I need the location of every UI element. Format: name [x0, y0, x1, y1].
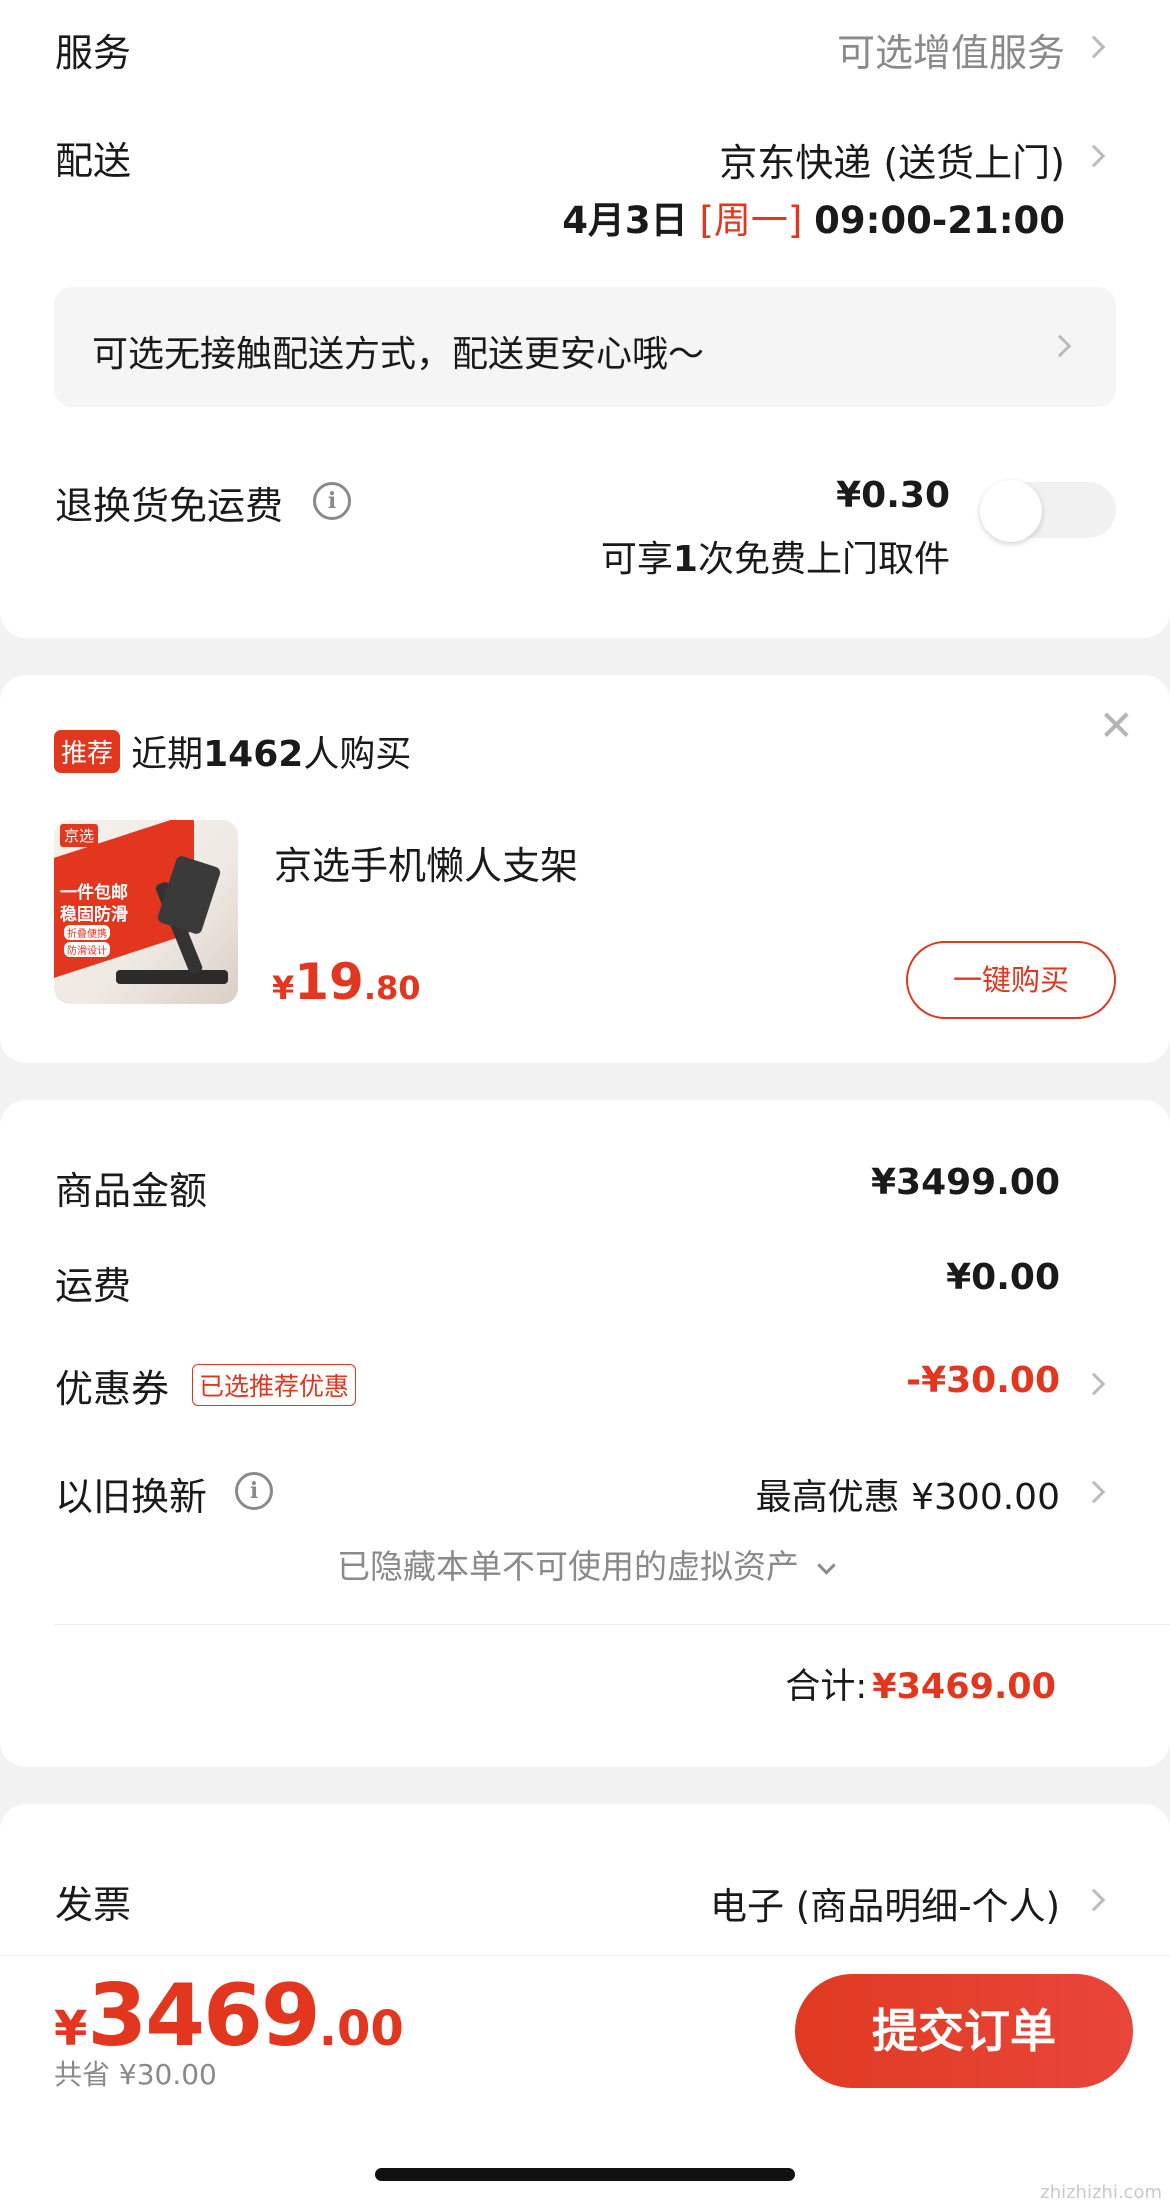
invoice-card: 发票 电子 (商品明细-个人): [0, 1804, 1170, 1964]
home-indicator: [375, 2168, 795, 2181]
hidden-assets-text: 已隐藏本单不可使用的虚拟资产: [336, 1547, 799, 1586]
hidden-assets-toggle[interactable]: 已隐藏本单不可使用的虚拟资产: [0, 1540, 1170, 1600]
saved-amount: 共省 ¥30.00: [54, 2058, 217, 2091]
price-int: 19: [294, 953, 364, 1011]
toggle-knob: [980, 480, 1042, 542]
submit-order-button[interactable]: 提交订单: [795, 1974, 1133, 2088]
recommend-header: 推荐 近期1462人购买: [54, 725, 411, 775]
buy-label: 一键购买: [952, 963, 1069, 997]
delivery-time: 09:00-21:00: [814, 199, 1065, 242]
note-suffix: 次免费上门取件: [697, 539, 950, 580]
recommend-card: 推荐 近期1462人购买 ✕ 京选 一件包邮 稳固防滑 折叠便携 防滑设计 京选…: [0, 675, 1170, 1063]
bottom-bar: ¥3469.00 共省 ¥30.00 提交订单 zhizhizhi.com: [0, 1955, 1170, 2205]
chevron-right-icon: [1082, 35, 1106, 59]
image-line2: 稳固防滑: [60, 905, 128, 925]
delivery-schedule: 4月3日 [周一] 09:00-21:00: [562, 190, 1065, 244]
coupon-row[interactable]: 优惠券 已选推荐优惠 -¥30.00: [0, 1336, 1170, 1426]
delivery-method: 京东快递 (送货上门): [719, 141, 1065, 185]
total-label: 合计:: [785, 1667, 868, 1707]
image-tag2: 防滑设计: [64, 942, 110, 957]
note-count: 1: [672, 539, 698, 580]
bottom-total: ¥3469.00: [54, 1966, 404, 2066]
service-row[interactable]: 服务 可选增值服务: [0, 0, 1170, 100]
chevron-right-icon: [1082, 1480, 1106, 1504]
delivery-date: 4月3日: [562, 199, 688, 242]
delivery-row[interactable]: 配送 京东快递 (送货上门) 4月3日 [周一] 09:00-21:00: [0, 108, 1170, 248]
invoice-value: 电子 (商品明细-个人): [710, 1885, 1060, 1928]
goods-label: 商品金额: [55, 1169, 208, 1213]
tradein-row[interactable]: 以旧换新 i 最高优惠 ¥300.00: [0, 1446, 1170, 1536]
recommend-headline: 近期1462人购买: [131, 734, 411, 775]
service-label: 服务: [55, 31, 132, 75]
invoice-label: 发票: [55, 1883, 132, 1927]
stand-base: [116, 970, 228, 984]
one-click-buy-button[interactable]: 一键购买: [906, 941, 1116, 1019]
headline-suffix: 人购买: [303, 734, 412, 775]
total-row: 合计: ¥3469.00: [785, 1658, 1056, 1709]
divider: [54, 1624, 1170, 1625]
chevron-right-icon: [1082, 1888, 1106, 1912]
close-icon[interactable]: ✕: [1099, 705, 1134, 747]
bottom-price-dec: .00: [318, 2001, 404, 2057]
delivery-label: 配送: [55, 139, 132, 183]
return-shipping-price: ¥0.30: [836, 475, 950, 516]
delivery-card: 服务 可选增值服务 配送 京东快递 (送货上门) 4月3日 [周一] 09:00…: [0, 0, 1170, 638]
note-prefix: 可享: [600, 539, 673, 580]
return-shipping-note: 可享1次免费上门取件: [601, 530, 950, 582]
chevron-right-icon: [1082, 1372, 1106, 1396]
bottom-price-symbol: ¥: [54, 2001, 88, 2057]
headline-prefix: 近期: [131, 734, 204, 775]
image-brand: 京选: [60, 824, 99, 847]
product-name[interactable]: 京选手机懒人支架: [274, 835, 578, 890]
product-image[interactable]: 京选 一件包邮 稳固防滑 折叠便携 防滑设计: [54, 820, 238, 1004]
contactless-tip: 可选无接触配送方式，配送更安心哦～: [92, 334, 705, 375]
tradein-label: 以旧换新: [55, 1475, 208, 1519]
price-symbol: ¥: [272, 969, 295, 1007]
coupon-badge: 已选推荐优惠: [192, 1364, 357, 1406]
image-tag1: 折叠便携: [64, 925, 110, 940]
chevron-right-icon: [1082, 144, 1106, 168]
headline-count: 1462: [203, 734, 304, 775]
watermark: zhizhizhi.com: [1040, 2182, 1162, 2203]
coupon-value: -¥30.00: [906, 1360, 1060, 1401]
price-dec: .80: [363, 969, 421, 1007]
info-icon[interactable]: i: [313, 482, 351, 520]
tradein-value: 最高优惠 ¥300.00: [755, 1477, 1060, 1518]
submit-label: 提交订单: [872, 2004, 1056, 2058]
return-shipping-toggle[interactable]: [980, 480, 1116, 542]
service-value: 可选增值服务: [836, 31, 1065, 75]
shipping-value: ¥0.00: [946, 1257, 1060, 1298]
invoice-row[interactable]: 发票 电子 (商品明细-个人): [0, 1874, 1170, 1954]
return-shipping-row: 退换货免运费 i ¥0.30 可享1次免费上门取件: [0, 465, 1170, 595]
total-value: ¥3469.00: [872, 1667, 1056, 1707]
recommend-badge: 推荐: [54, 729, 121, 773]
coupon-label: 优惠券: [55, 1367, 170, 1411]
goods-value: ¥3499.00: [870, 1162, 1060, 1203]
return-shipping-label: 退换货免运费: [55, 484, 284, 528]
info-icon[interactable]: i: [235, 1472, 273, 1510]
delivery-weekday: [周一]: [699, 199, 803, 242]
shipping-label: 运费: [55, 1264, 132, 1308]
chevron-right-icon: [1048, 334, 1072, 358]
chevron-down-icon: [817, 1556, 836, 1575]
contactless-banner[interactable]: 可选无接触配送方式，配送更安心哦～: [54, 287, 1116, 407]
summary-card: 商品金额 ¥3499.00 运费 ¥0.00 优惠券 已选推荐优惠 -¥30.0…: [0, 1100, 1170, 1767]
product-price: ¥19.80: [272, 953, 421, 1011]
bottom-price-int: 3469: [87, 1966, 320, 2066]
